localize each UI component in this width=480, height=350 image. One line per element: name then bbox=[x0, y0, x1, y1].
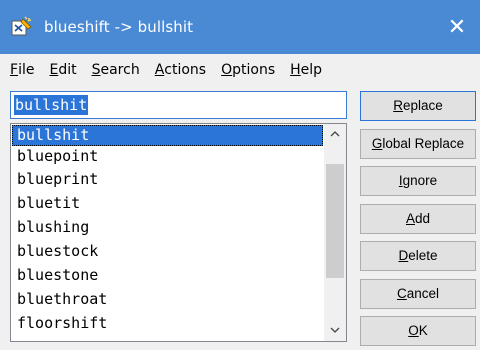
scroll-up-icon[interactable] bbox=[324, 124, 346, 144]
menu-help[interactable]: Help bbox=[282, 59, 329, 81]
replace-app-icon bbox=[10, 15, 34, 39]
menu-bar: File Edit Search Actions Options Help bbox=[0, 54, 480, 86]
list-item[interactable]: blushing bbox=[12, 217, 323, 238]
replace-dialog-window: blueshift -> bullshit ✕ File Edit Search… bbox=[0, 0, 480, 350]
menu-search[interactable]: Search bbox=[84, 59, 147, 81]
title-bar[interactable]: blueshift -> bullshit ✕ bbox=[0, 0, 480, 54]
list-item[interactable]: bluetit bbox=[12, 193, 323, 214]
scroll-thumb[interactable] bbox=[326, 164, 344, 278]
list-item[interactable]: floorshift bbox=[12, 313, 323, 334]
list-item[interactable]: blueprint bbox=[12, 169, 323, 190]
replacement-input[interactable]: bullshit bbox=[10, 91, 347, 119]
list-item[interactable]: bluepoint bbox=[12, 146, 323, 167]
menu-options[interactable]: Options bbox=[213, 59, 282, 81]
close-icon[interactable]: ✕ bbox=[434, 0, 480, 54]
suggestion-listbox[interactable]: bullshit bluepoint blueprint bluetit blu… bbox=[10, 123, 347, 342]
menu-edit[interactable]: Edit bbox=[41, 59, 83, 81]
cancel-button[interactable]: Cancel bbox=[360, 279, 476, 309]
window-title: blueshift -> bullshit bbox=[44, 18, 194, 36]
menu-file[interactable]: File bbox=[0, 59, 41, 81]
global-replace-button[interactable]: Global Replace bbox=[360, 129, 476, 159]
add-button[interactable]: Add bbox=[360, 204, 476, 234]
scroll-down-icon[interactable] bbox=[324, 320, 346, 340]
ignore-button[interactable]: Ignore bbox=[360, 166, 476, 196]
list-item[interactable]: bluestock bbox=[12, 241, 323, 262]
ok-button[interactable]: OK bbox=[360, 316, 476, 346]
menu-actions[interactable]: Actions bbox=[147, 59, 213, 81]
list-item[interactable]: bluethroat bbox=[12, 289, 323, 310]
replace-button[interactable]: Replace bbox=[360, 91, 476, 121]
delete-button[interactable]: Delete bbox=[360, 241, 476, 271]
list-item[interactable]: bluestone bbox=[12, 265, 323, 286]
list-item[interactable]: bullshit bbox=[12, 125, 323, 146]
replacement-input-value: bullshit bbox=[14, 95, 89, 115]
list-scrollbar[interactable] bbox=[324, 124, 346, 341]
